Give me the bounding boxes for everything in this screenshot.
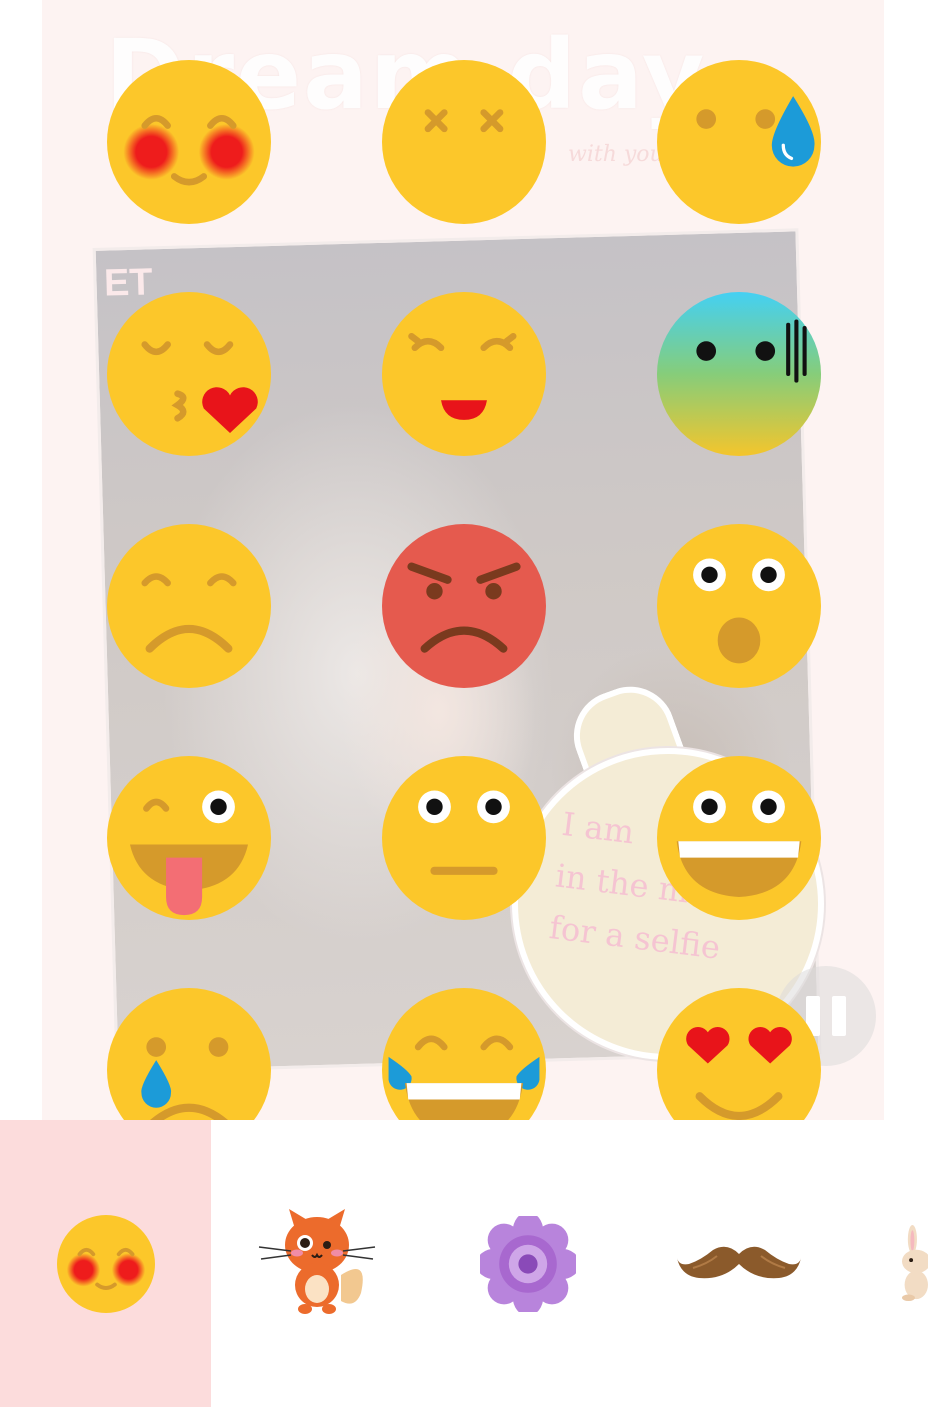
dizzy-face-sticker[interactable] — [382, 60, 546, 224]
heart-eyes-face-sticker[interactable] — [657, 988, 821, 1120]
surprised-face-icon — [657, 524, 821, 688]
crying-face-sticker[interactable] — [107, 988, 271, 1120]
sticker-category-tray — [0, 1120, 928, 1407]
bunny-icon — [902, 1224, 928, 1301]
heart-eyes-face-icon — [657, 988, 821, 1120]
bunny-category-tab[interactable] — [844, 1120, 928, 1407]
sweat-drop-face-icon — [657, 60, 821, 224]
winking-tongue-face-icon — [107, 756, 271, 920]
happy-squint-face-sticker[interactable] — [382, 292, 546, 456]
crying-face-icon — [107, 988, 271, 1120]
angry-face-sticker[interactable] — [382, 524, 546, 688]
kissing-heart-face-sticker[interactable] — [107, 292, 271, 456]
editor-canvas[interactable]: Dream day with you baby ET I am in the m… — [0, 0, 928, 1120]
sad-face-sticker[interactable] — [107, 524, 271, 688]
tears-of-joy-face-icon — [382, 988, 546, 1120]
neutral-face-icon — [382, 756, 546, 920]
kissing-heart-face-icon — [107, 292, 271, 456]
surprised-face-sticker[interactable] — [657, 524, 821, 688]
grinning-face-icon — [657, 756, 821, 920]
winking-tongue-face-sticker[interactable] — [107, 756, 271, 920]
happy-squint-face-icon — [382, 292, 546, 456]
mustache-icon — [676, 1246, 801, 1278]
blushing-emoji-icon — [56, 1214, 155, 1313]
tears-of-joy-face-sticker[interactable] — [382, 988, 546, 1120]
fox-category-tab[interactable] — [211, 1120, 422, 1407]
grinning-face-sticker[interactable] — [657, 756, 821, 920]
flower-category-tab[interactable] — [422, 1120, 633, 1407]
blushing-face-sticker[interactable] — [107, 60, 271, 224]
sad-face-icon — [107, 524, 271, 688]
cold-face-icon — [657, 292, 821, 456]
sweat-drop-face-sticker[interactable] — [657, 60, 821, 224]
neutral-face-sticker[interactable] — [382, 756, 546, 920]
mustache-category-tab[interactable] — [633, 1120, 844, 1407]
dizzy-face-icon — [382, 60, 546, 224]
fox-icon — [258, 1208, 375, 1314]
flower-icon — [479, 1215, 576, 1312]
blushing-face-icon — [107, 60, 271, 224]
emoji-category-tab[interactable] — [0, 1120, 211, 1407]
cold-face-sticker[interactable] — [657, 292, 821, 456]
angry-face-icon — [382, 524, 546, 688]
